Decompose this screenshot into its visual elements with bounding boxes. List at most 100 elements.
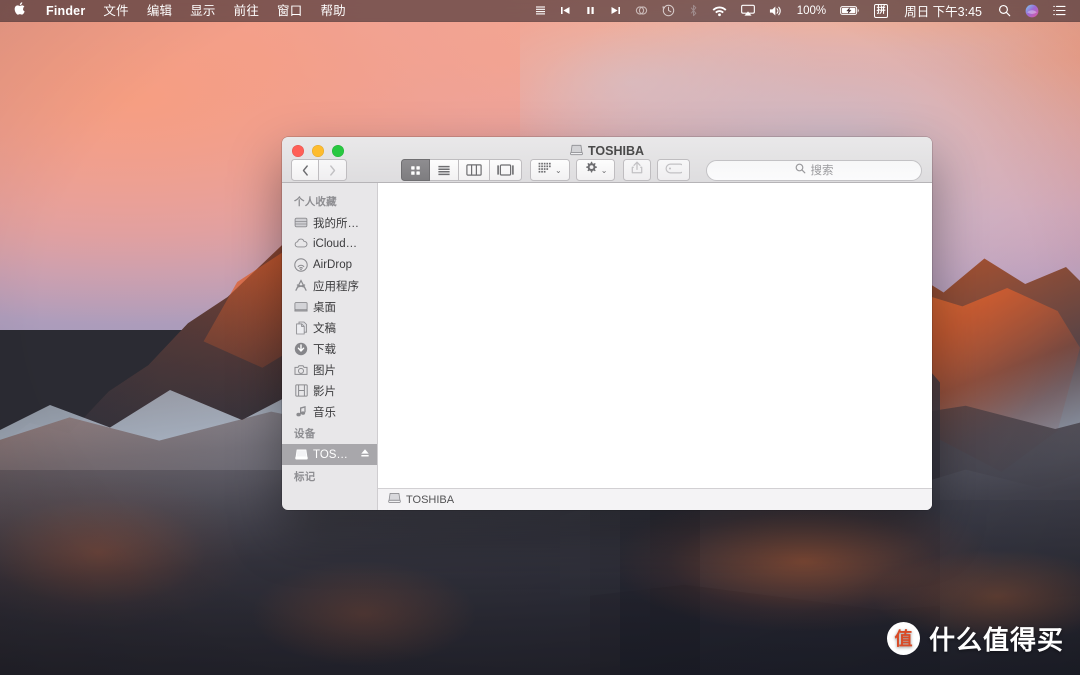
input-method-label: 拼 [874,3,889,18]
chevron-down-icon: ⌄ [600,165,608,175]
sidebar-item-label: iCloud… [313,237,358,250]
watermark-text: 什么值得买 [928,625,1064,655]
sidebar-item-label: 下载 [313,343,336,356]
tag-icon [665,161,686,179]
finder-content[interactable]: TOSHIBA [378,183,932,510]
icon-view-icon[interactable] [401,159,430,181]
gear-action-icon [584,161,598,180]
sidebar-item-label: 我的所… [313,217,359,230]
menu-item-file[interactable]: 文件 [94,0,137,22]
sidebar-item-documents[interactable]: 文稿 [282,317,377,338]
arrange-by-button[interactable]: ⌄ [530,159,570,181]
menu-bar-clock[interactable]: 周日 下午3:45 [895,0,991,22]
menu-bar: Finder 文件 编辑 显示 前往 窗口 帮助 100% 拼 周日 下午3:4… [0,0,1080,22]
previous-track-icon[interactable] [553,0,578,22]
menu-bar-status-group: 100% 拼 周日 下午3:45 [528,0,1080,22]
sidebar-section-tags-header: 标记 [294,471,316,483]
search-icon [795,163,806,177]
spotlight-search-icon[interactable] [991,0,1018,22]
finder-toolbar: ⌄ ⌄ 搜索 [282,157,932,183]
sidebar-section-devices-header: 设备 [294,428,316,440]
creative-cloud-icon[interactable] [628,0,655,22]
music-icon [294,405,308,419]
file-list-area[interactable] [378,183,932,488]
search-field[interactable]: 搜索 [706,159,922,181]
window-titlebar[interactable]: TOSHIBA ⌄ ⌄ 搜索 [282,137,932,183]
pictures-icon [294,363,308,377]
menu-item-go[interactable]: 前往 [225,0,268,22]
navigation-buttons [291,159,347,181]
menu-bar-left-group: Finder 文件 编辑 显示 前往 窗口 帮助 [0,0,355,22]
movies-icon [294,384,308,398]
sidebar-item-label: 音乐 [313,406,336,419]
apple-logo-icon[interactable] [0,0,37,22]
applications-icon [294,279,308,293]
sidebar-item-label: AirDrop [313,258,352,271]
sidebar-section-favorites-header: 个人收藏 [294,196,337,208]
view-mode-buttons [401,159,522,181]
search-input[interactable]: 搜索 [811,162,834,178]
volume-icon[interactable] [762,0,790,22]
sidebar-item-icloud-drive[interactable]: iCloud… [282,233,377,254]
pause-icon[interactable] [578,0,603,22]
status-bar-label: TOSHIBA [406,493,455,506]
sidebar-item-label: 应用程序 [313,280,359,293]
menu-item-help[interactable]: 帮助 [311,0,354,22]
input-method-indicator[interactable]: 拼 [867,0,895,22]
sidebar-item-desktop[interactable]: 桌面 [282,296,377,317]
finder-status-bar: TOSHIBA [378,488,932,510]
sidebar-item-label: 图片 [313,364,336,377]
column-view-icon[interactable] [459,159,490,181]
documents-icon [294,321,308,335]
sidebar-item-applications[interactable]: 应用程序 [282,275,377,296]
chevron-down-icon: ⌄ [555,165,562,175]
eject-icon[interactable] [360,448,372,461]
window-title-label: TOSHIBA [587,144,645,158]
sidebar-item-label: 影片 [313,385,336,398]
all-my-files-icon [294,216,308,230]
siri-icon[interactable] [1018,0,1046,22]
list-view-icon[interactable] [430,159,459,181]
sidebar-item-label: 文稿 [313,322,336,335]
downloads-icon [294,342,308,356]
share-button[interactable] [623,159,652,181]
forward-button[interactable] [319,159,347,181]
sidebar-item-movies[interactable]: 影片 [282,380,377,401]
gallery-view-icon[interactable] [490,159,522,181]
finder-window[interactable]: TOSHIBA ⌄ ⌄ 搜索 个人收藏 我的所… iCloud… AirDrop… [282,137,932,510]
finder-sidebar[interactable]: 个人收藏 我的所… iCloud… AirDrop 应用程序 桌面 文稿 下载 … [282,183,378,510]
bluetooth-icon[interactable] [682,0,705,22]
arrange-by-icon [538,161,552,179]
sidebar-item-downloads[interactable]: 下载 [282,338,377,359]
action-menu-button[interactable]: ⌄ [575,159,616,181]
hard-drive-icon [294,448,308,462]
battery-charging-icon[interactable] [833,0,867,22]
menu-item-view[interactable]: 显示 [181,0,224,22]
finder-body: 个人收藏 我的所… iCloud… AirDrop 应用程序 桌面 文稿 下载 … [282,183,932,510]
battery-percent-label[interactable]: 100% [790,0,833,22]
sidebar-item-airdrop[interactable]: AirDrop [282,254,377,275]
watermark: 值 什么值得买 [886,620,1064,657]
share-icon [631,161,643,179]
sidebar-item-label: TOS… [313,448,348,461]
sidebar-item-all-my-files[interactable]: 我的所… [282,212,377,233]
list-lines-icon[interactable] [528,0,553,22]
next-track-icon[interactable] [603,0,628,22]
menu-item-window[interactable]: 窗口 [268,0,311,22]
menu-item-edit[interactable]: 编辑 [138,0,181,22]
airdrop-icon [294,257,308,272]
notification-center-icon[interactable] [1046,0,1073,22]
back-button[interactable] [291,159,319,181]
sidebar-item-pictures[interactable]: 图片 [282,359,377,380]
sidebar-item-music[interactable]: 音乐 [282,401,377,422]
tag-button[interactable] [657,159,691,181]
watermark-badge-icon: 值 [886,622,920,655]
hard-drive-icon [388,492,401,507]
sidebar-item-label: 桌面 [313,301,336,314]
time-machine-icon[interactable] [655,0,682,22]
wifi-icon[interactable] [705,0,734,22]
sidebar-item-toshiba[interactable]: TOS… [282,444,377,465]
icloud-drive-icon [294,237,308,251]
airplay-icon[interactable] [734,0,762,22]
menu-item-finder[interactable]: Finder [37,0,94,22]
